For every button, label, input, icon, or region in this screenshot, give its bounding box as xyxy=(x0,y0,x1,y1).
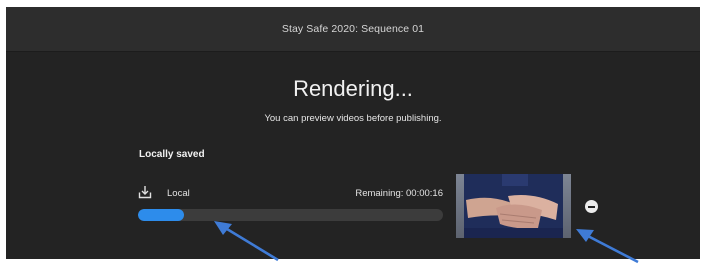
render-progress-fill xyxy=(138,209,184,221)
export-item: Local Remaining: 00:00:16 xyxy=(138,185,443,225)
rendering-heading: Rendering... xyxy=(293,76,413,101)
video-thumbnail[interactable] xyxy=(456,174,571,238)
download-icon xyxy=(138,185,152,199)
cancel-render-button[interactable] xyxy=(585,200,598,213)
locally-saved-label: Locally saved xyxy=(139,149,205,160)
preview-hint: You can preview videos before publishing… xyxy=(264,113,442,124)
render-progress-bar xyxy=(138,209,443,221)
destination-label: Local xyxy=(167,188,190,199)
time-remaining: Remaining: 00:00:16 xyxy=(355,188,443,199)
window-title: Stay Safe 2020: Sequence 01 xyxy=(281,23,425,35)
render-dialog: Stay Safe 2020: Sequence 01 Rendering...… xyxy=(6,7,700,259)
title-bar: Stay Safe 2020: Sequence 01 xyxy=(6,7,700,52)
